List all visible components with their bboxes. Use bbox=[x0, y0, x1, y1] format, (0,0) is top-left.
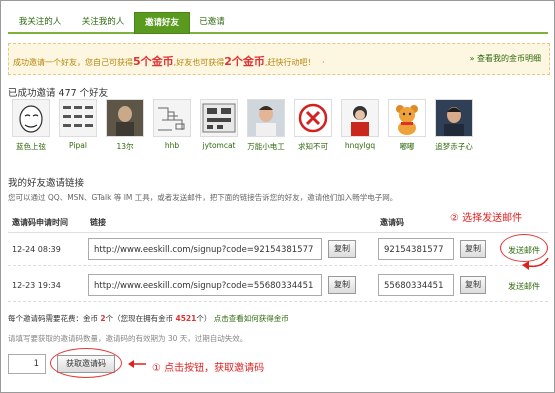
teddy-bear-avatar bbox=[388, 99, 426, 137]
table-row: 12-24 08:39 http://www.eeskill.com/signu… bbox=[8, 234, 548, 266]
invite-code-field[interactable]: 92154381577 bbox=[378, 238, 454, 260]
invite-links-title: 我的好友邀请链接 bbox=[8, 178, 85, 189]
friend-item[interactable]: 求知不可 bbox=[290, 99, 336, 152]
friend-item[interactable]: 万能小电工 bbox=[243, 99, 289, 152]
arrow-curved-icon bbox=[522, 257, 549, 270]
friend-item[interactable]: hnqylgq bbox=[337, 99, 383, 150]
friend-item[interactable]: hhb bbox=[149, 99, 195, 150]
cost-info: 每个邀请码需要花费：金币 2个（您现在拥有金币 4521个） 点击查看如何获得金… bbox=[8, 314, 289, 323]
header-link: 链接 bbox=[90, 218, 106, 227]
friend-item[interactable]: 蓝色上弦 bbox=[8, 99, 54, 152]
friend-item[interactable]: Pipal bbox=[55, 99, 101, 150]
tab-invite-friends[interactable]: 邀请好友 bbox=[134, 12, 190, 34]
tab-following[interactable]: 我关注的人 bbox=[8, 12, 72, 32]
annotation-ring-get-button bbox=[50, 348, 122, 378]
row-time: 12-24 08:39 bbox=[12, 245, 61, 254]
copy-code-button[interactable]: 复制 bbox=[460, 240, 486, 258]
friend-item[interactable]: 13尔 bbox=[102, 99, 148, 152]
invited-count-title: 已成功邀请 477 个好友 bbox=[8, 88, 109, 99]
copy-url-button[interactable]: 复制 bbox=[328, 276, 356, 294]
how-to-earn-coins-link[interactable]: 点击查看如何获得金币 bbox=[214, 314, 289, 323]
photo-avatar bbox=[106, 99, 144, 137]
annotation-step-2: ② 选择发送邮件 bbox=[450, 213, 523, 224]
tab-invited[interactable]: 已邀请 bbox=[190, 12, 234, 32]
arrow-left-icon bbox=[128, 360, 146, 368]
person-photo-avatar bbox=[435, 99, 473, 137]
reward-info-bar: 成功邀请一个好友，您自己可获得5个金币,好友也可获得2个金币,赶快行动吧！ · … bbox=[8, 43, 550, 75]
circuit-avatar bbox=[153, 99, 191, 137]
coin-details-link[interactable]: » 查看我的金币明细 bbox=[470, 53, 541, 64]
friend-item[interactable]: jytomcat bbox=[196, 99, 242, 150]
meme-face-avatar bbox=[12, 99, 50, 137]
person-photo-avatar bbox=[247, 99, 285, 137]
friend-item[interactable]: 嘟嘟 bbox=[384, 99, 430, 152]
invite-url-field[interactable]: http://www.eeskill.com/signup?code=55680… bbox=[88, 274, 322, 296]
send-email-link[interactable]: 发送邮件 bbox=[508, 281, 540, 292]
header-time: 邀请码申请时间 bbox=[12, 218, 68, 227]
invite-links-description: 您可以通过 QQ、MSN、GTalk 等 IM 工具，或者发送邮件，把下面的链接… bbox=[8, 193, 398, 202]
invite-url-field[interactable]: http://www.eeskill.com/signup?code=92154… bbox=[88, 238, 322, 260]
copy-code-button[interactable]: 复制 bbox=[460, 276, 486, 294]
copy-url-button[interactable]: 复制 bbox=[328, 240, 356, 258]
table-row: 12-23 19:34 http://www.eeskill.com/signu… bbox=[8, 270, 548, 302]
annotation-step-1: ① 点击按钮，获取邀请码 bbox=[152, 363, 265, 374]
reward-friend: 2个金币 bbox=[224, 55, 265, 68]
dotted-grid-avatar bbox=[59, 99, 97, 137]
tab-followers[interactable]: 关注我的人 bbox=[74, 12, 132, 32]
quantity-input[interactable]: 1 bbox=[8, 354, 46, 374]
validity-note: 请填写要获取的邀请码数量，邀请码的有效期为 30 天，过期自动失效。 bbox=[8, 334, 248, 343]
row-time: 12-23 19:34 bbox=[12, 281, 61, 290]
reward-self: 5个金币 bbox=[133, 55, 174, 68]
tab-bar: 我关注的人 关注我的人 邀请好友 已邀请 bbox=[8, 12, 548, 34]
friend-item[interactable]: 追梦赤子心 bbox=[431, 99, 477, 152]
invite-code-field[interactable]: 55680334451 bbox=[378, 274, 454, 296]
circuit-board-avatar bbox=[200, 99, 238, 137]
reward-info-text: 成功邀请一个好友，您自己可获得5个金币,好友也可获得2个金币,赶快行动吧！ · bbox=[13, 55, 325, 68]
header-code: 邀请码 bbox=[380, 218, 404, 227]
red-x-avatar bbox=[294, 99, 332, 137]
person-avatar bbox=[341, 99, 379, 137]
